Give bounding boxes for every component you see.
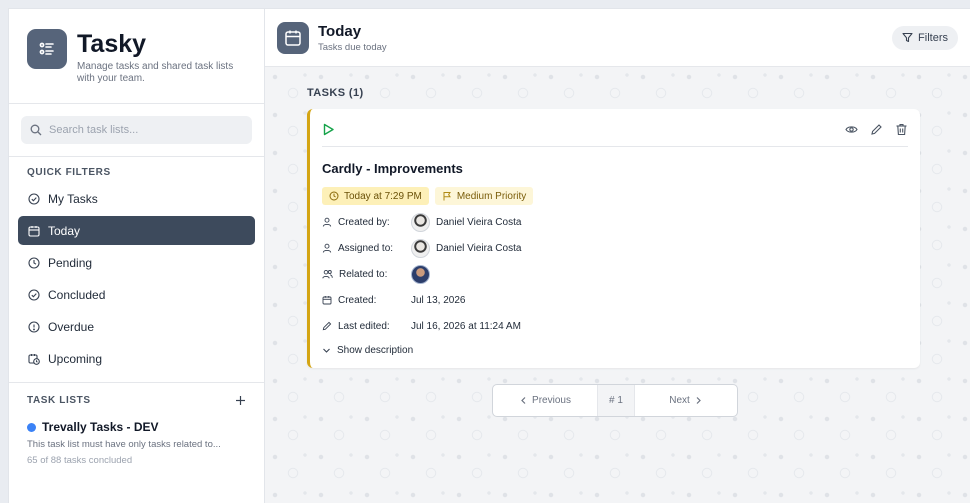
created-date: Jul 13, 2026 [411,294,466,306]
priority-badge: Medium Priority [434,187,534,205]
last-edited-row: Last edited: Jul 16, 2026 at 11:24 AM [322,313,908,339]
nav-item-label: Pending [48,255,93,270]
show-description-toggle[interactable]: Show description [322,345,908,356]
created-by-row: Created by: Daniel Vieira Costa [322,209,908,235]
filter-icon [902,32,913,43]
alert-circle-icon [28,320,40,333]
pencil-icon [322,321,332,331]
nav-item-label: My Tasks [48,191,98,206]
eye-icon[interactable] [845,123,858,136]
search-icon [30,124,42,136]
calendar-icon [28,225,40,237]
next-label: Next [669,395,690,406]
tasks-count-label: TASKS (1) [307,87,364,99]
task-title: Cardly - Improvements [322,161,463,176]
app-tagline: Manage tasks and shared task lists with … [77,61,234,84]
task-list-description: This task list must have only tasks rela… [27,439,221,450]
related-to-row: Related to: [322,261,908,287]
chevron-right-icon [696,397,701,404]
users-icon [322,269,333,279]
avatar [411,212,430,232]
created-row: Created: Jul 13, 2026 [322,287,908,313]
nav-item-overdue[interactable]: Overdue [18,312,255,341]
previous-label: Previous [532,395,571,406]
search-section [9,104,264,157]
chevron-left-icon [521,397,526,404]
priority-text: Medium Priority [456,190,527,202]
main-panel: Today Tasks due today Filters TASKS (1) [265,9,970,503]
list-checks-icon [27,29,67,69]
quick-filters-title: QUICK FILTERS [27,167,111,178]
assigned-to-row: Assigned to: Daniel Vieira Costa [322,235,908,261]
clock-icon [28,256,40,269]
created-by-label: Created by: [338,216,390,228]
filters-button[interactable]: Filters [892,25,958,50]
sidebar: Tasky Manage tasks and shared task lists… [9,9,265,503]
page-subtitle: Tasks due today [318,41,387,53]
nav-item-pending[interactable]: Pending [18,248,255,277]
check-circle-icon [28,192,40,205]
task-list-count: 65 of 88 tasks concluded [27,455,133,466]
nav-item-upcoming[interactable]: Upcoming [18,344,255,373]
calendar-icon [277,21,309,54]
user-icon [322,243,332,253]
search-box[interactable] [21,116,252,144]
app-window: Tasky Manage tasks and shared task lists… [8,8,970,503]
task-list-item[interactable]: Trevally Tasks - DEV This task list must… [9,406,264,466]
page-title: Today [318,22,362,40]
created-by-name: Daniel Vieira Costa [436,216,522,228]
app-name: Tasky [77,30,147,58]
nav-item-label: Concluded [48,287,106,302]
last-edited-label: Last edited: [338,320,390,332]
nav-item-label: Overdue [48,319,95,334]
last-edited-date: Jul 16, 2026 at 11:24 AM [411,320,521,332]
plus-icon[interactable] [235,395,246,406]
flag-icon [443,192,451,201]
task-list-name: Trevally Tasks - DEV [42,420,159,434]
calendar-icon [322,296,332,305]
check-circle-icon [28,288,40,301]
list-color-dot [27,422,36,432]
task-lists-title: TASK LISTS [27,395,91,406]
play-icon[interactable] [322,123,335,136]
nav-item-today[interactable]: Today [18,216,255,245]
quick-filters: QUICK FILTERS My Tasks Today Pending Con… [9,157,264,383]
due-time-badge: Today at 7:29 PM [322,187,429,205]
nav-item-label: Today [48,223,81,238]
page-number: # 1 [597,385,635,416]
avatar[interactable] [411,264,430,284]
brand-header: Tasky Manage tasks and shared task lists… [9,9,264,104]
nav-item-my-tasks[interactable]: My Tasks [18,184,255,213]
page-header: Today Tasks due today Filters [265,9,970,67]
chevron-down-icon [323,348,330,353]
filters-label: Filters [918,31,948,44]
assigned-to-label: Assigned to: [338,242,394,254]
next-button[interactable]: Next [635,385,737,416]
show-description-label: Show description [337,345,414,356]
created-label: Created: [338,294,377,306]
related-to-label: Related to: [339,268,388,280]
pagination: Previous # 1 Next [492,384,738,417]
edit-icon[interactable] [870,123,883,136]
nav-item-concluded[interactable]: Concluded [18,280,255,309]
assigned-to-name: Daniel Vieira Costa [436,242,522,254]
previous-button[interactable]: Previous [493,385,597,416]
search-input[interactable] [49,124,229,136]
content-area: TASKS (1) Cardly - Improvements Today at… [265,67,970,503]
calendar-clock-icon [28,353,40,365]
trash-icon[interactable] [895,123,908,136]
clock-icon [329,191,339,201]
avatar [411,238,430,258]
task-card[interactable]: Cardly - Improvements Today at 7:29 PM M… [307,109,920,368]
user-icon [322,217,332,227]
nav-item-label: Upcoming [48,351,103,366]
due-time-text: Today at 7:29 PM [344,190,422,202]
task-lists-section: TASK LISTS Trevally Tasks - DEV This tas… [9,383,264,466]
